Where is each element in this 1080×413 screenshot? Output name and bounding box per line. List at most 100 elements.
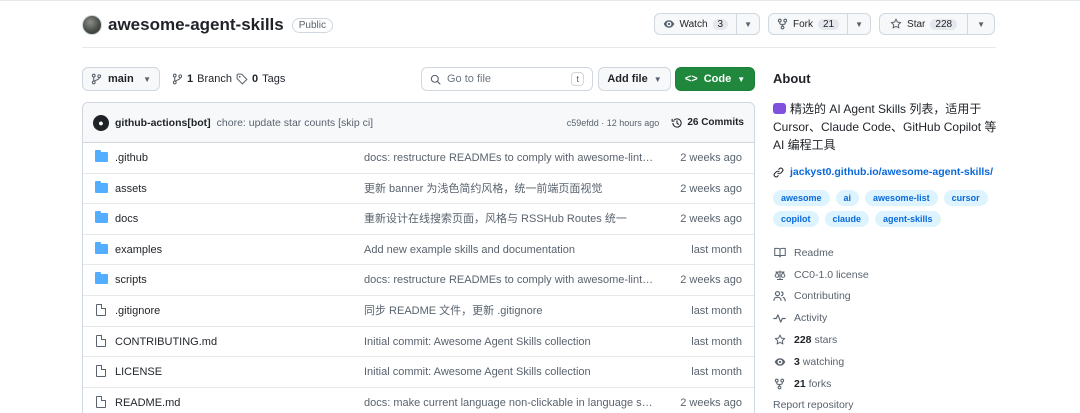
file-name[interactable]: README.md bbox=[115, 388, 180, 413]
homepage-link[interactable]: jackyst0.github.io/awesome-agent-skills/ bbox=[773, 166, 1013, 178]
file-commit-message[interactable]: docs: restructure READMEs to comply with… bbox=[364, 265, 654, 295]
file-name[interactable]: examples bbox=[115, 235, 162, 265]
readme-link[interactable]: Readme bbox=[773, 242, 1013, 264]
file-name[interactable]: LICENSE bbox=[115, 357, 162, 387]
code-button[interactable]: <> Code ▼ bbox=[675, 67, 755, 91]
file-name[interactable]: scripts bbox=[115, 265, 147, 295]
folder-icon bbox=[95, 272, 108, 285]
fork-button[interactable]: Fork 21 ▼ bbox=[768, 13, 872, 35]
chevron-down-icon: ▼ bbox=[977, 19, 985, 29]
file-commit-time: 2 weeks ago bbox=[680, 152, 742, 164]
file-row[interactable]: docs 重新设计在线搜索页面，风格与 RSSHub Routes 统一 2 wee… bbox=[83, 204, 754, 235]
file-commit-message[interactable]: docs: make current language non-clickabl… bbox=[364, 388, 654, 413]
report-label: Report repository bbox=[773, 399, 854, 412]
code-icon: <> bbox=[684, 73, 698, 85]
file-commit-message[interactable]: Add new example skills and documentation bbox=[364, 235, 654, 265]
repo-header: awesome-agent-skills Public bbox=[82, 14, 333, 36]
chevron-down-icon: ▼ bbox=[143, 74, 151, 84]
pulse-icon bbox=[773, 313, 786, 324]
fork-count: 21 bbox=[818, 18, 840, 30]
file-commit-time: 2 weeks ago bbox=[680, 182, 742, 195]
file-name[interactable]: CONTRIBUTING.md bbox=[115, 327, 217, 357]
topic-tag[interactable]: cursor bbox=[943, 190, 988, 206]
license-label: CC0-1.0 license bbox=[794, 268, 869, 281]
file-commit-time: last month bbox=[691, 243, 742, 256]
star-dropdown[interactable]: ▼ bbox=[967, 14, 994, 34]
fork-icon bbox=[773, 378, 786, 390]
branches-count: 1 bbox=[187, 73, 194, 85]
fork-icon bbox=[777, 18, 788, 30]
file-row[interactable]: scripts docs: restructure READMEs to comp… bbox=[83, 265, 754, 296]
go-to-file-input[interactable]: Go to file t bbox=[421, 67, 593, 91]
commit-message[interactable]: chore: update star counts [skip ci] bbox=[217, 117, 373, 129]
homepage-url: jackyst0.github.io/awesome-agent-skills/ bbox=[790, 166, 994, 178]
search-icon bbox=[430, 74, 441, 85]
history-icon bbox=[671, 117, 682, 128]
file-commit-time: 2 weeks ago bbox=[680, 274, 742, 287]
watch-dropdown[interactable]: ▼ bbox=[736, 14, 759, 34]
topic-tag[interactable]: copilot bbox=[773, 211, 819, 227]
file-commit-message[interactable]: Initial commit: Awesome Agent Skills col… bbox=[364, 357, 654, 387]
report-repository-link[interactable]: Report repository bbox=[773, 395, 1013, 413]
eye-icon bbox=[663, 20, 674, 28]
branch-icon bbox=[91, 73, 102, 85]
license-link[interactable]: CC0-1.0 license bbox=[773, 264, 1013, 286]
topic-tag[interactable]: awesome-list bbox=[865, 190, 938, 206]
activity-label: Activity bbox=[794, 312, 828, 325]
star-button[interactable]: Star 228 ▼ bbox=[879, 13, 995, 35]
folder-icon bbox=[95, 211, 108, 224]
go-to-file-placeholder: Go to file bbox=[447, 73, 492, 85]
topic-tag[interactable]: awesome bbox=[773, 190, 830, 206]
forks-label: forks bbox=[808, 377, 832, 390]
file-name[interactable]: assets bbox=[115, 174, 147, 204]
watching-count: 3 bbox=[794, 355, 800, 368]
file-row[interactable]: README.md docs: make current language non… bbox=[83, 388, 754, 413]
file-commit-message[interactable]: Initial commit: Awesome Agent Skills col… bbox=[364, 327, 654, 357]
law-icon bbox=[773, 269, 786, 281]
owner-avatar[interactable] bbox=[82, 15, 102, 35]
topic-tag[interactable]: ai bbox=[835, 190, 860, 206]
chevron-down-icon: ▼ bbox=[737, 74, 746, 84]
about-title: About bbox=[773, 71, 811, 86]
file-commit-message[interactable]: 重新设计在线搜索页面，风格与 RSSHub Routes 统一 bbox=[364, 204, 654, 234]
file-name[interactable]: .github bbox=[115, 143, 148, 173]
github-bot-avatar[interactable]: ● bbox=[93, 114, 109, 131]
fork-dropdown[interactable]: ▼ bbox=[847, 14, 870, 34]
file-rows: .github docs: restructure READMEs to comp… bbox=[83, 143, 754, 413]
forks-link[interactable]: 21 forks bbox=[773, 373, 1013, 395]
contributing-link[interactable]: Contributing bbox=[773, 286, 1013, 308]
add-file-button[interactable]: Add file ▼ bbox=[598, 67, 671, 91]
branch-selector[interactable]: main ▼ bbox=[82, 67, 160, 91]
file-row[interactable]: assets 更新 banner 为浅色简约风格，统一前端页面视觉 2 weeks … bbox=[83, 174, 754, 205]
file-row[interactable]: examples Add new example skills and docum… bbox=[83, 235, 754, 266]
topic-tag[interactable]: claude bbox=[824, 211, 870, 227]
chevron-down-icon: ▼ bbox=[653, 74, 662, 84]
commits-link[interactable]: 26 Commits bbox=[671, 117, 744, 129]
file-row[interactable]: .gitignore 同步 README 文件，更新 .gitignore last… bbox=[83, 296, 754, 327]
file-commit-message[interactable]: docs: restructure READMEs to comply with… bbox=[364, 143, 654, 173]
watchers-link[interactable]: 3 watching bbox=[773, 351, 1013, 373]
commit-author[interactable]: github-actions[bot] bbox=[115, 117, 211, 129]
file-commit-message[interactable]: 同步 README 文件，更新 .gitignore bbox=[364, 296, 654, 326]
about-description-text: 精选的 AI Agent Skills 列表，适用于 Cursor、Claude… bbox=[773, 102, 997, 152]
tags-link[interactable]: 0 Tags bbox=[236, 67, 285, 91]
file-name[interactable]: .gitignore bbox=[115, 296, 160, 326]
watch-button[interactable]: Watch 3 ▼ bbox=[653, 13, 760, 35]
file-row[interactable]: .github docs: restructure READMEs to comp… bbox=[83, 143, 754, 174]
file-row[interactable]: CONTRIBUTING.md Initial commit: Awesome A… bbox=[83, 327, 754, 358]
branches-link[interactable]: 1 Branch bbox=[172, 67, 232, 91]
topic-tag[interactable]: agent-skills bbox=[875, 211, 941, 227]
file-commit-message[interactable]: 更新 banner 为浅色简约风格，统一前端页面视觉 bbox=[364, 174, 654, 204]
about-sidebar: About 精选的 AI Agent Skills 列表，适用于 Cursor、… bbox=[773, 71, 1013, 413]
repo-name[interactable]: awesome-agent-skills bbox=[108, 15, 284, 35]
file-row[interactable]: LICENSE Initial commit: Awesome Agent Ski… bbox=[83, 357, 754, 388]
activity-link[interactable]: Activity bbox=[773, 307, 1013, 329]
file-name[interactable]: docs bbox=[115, 204, 138, 234]
watching-label: watching bbox=[802, 355, 845, 368]
commit-hash-time[interactable]: c59efdd · 12 hours ago bbox=[567, 118, 660, 128]
watch-count: 3 bbox=[712, 18, 729, 30]
file-icon bbox=[95, 303, 106, 317]
file-icon bbox=[95, 395, 106, 409]
stars-label: stars bbox=[814, 334, 838, 347]
stars-link[interactable]: 228 stars bbox=[773, 329, 1013, 351]
